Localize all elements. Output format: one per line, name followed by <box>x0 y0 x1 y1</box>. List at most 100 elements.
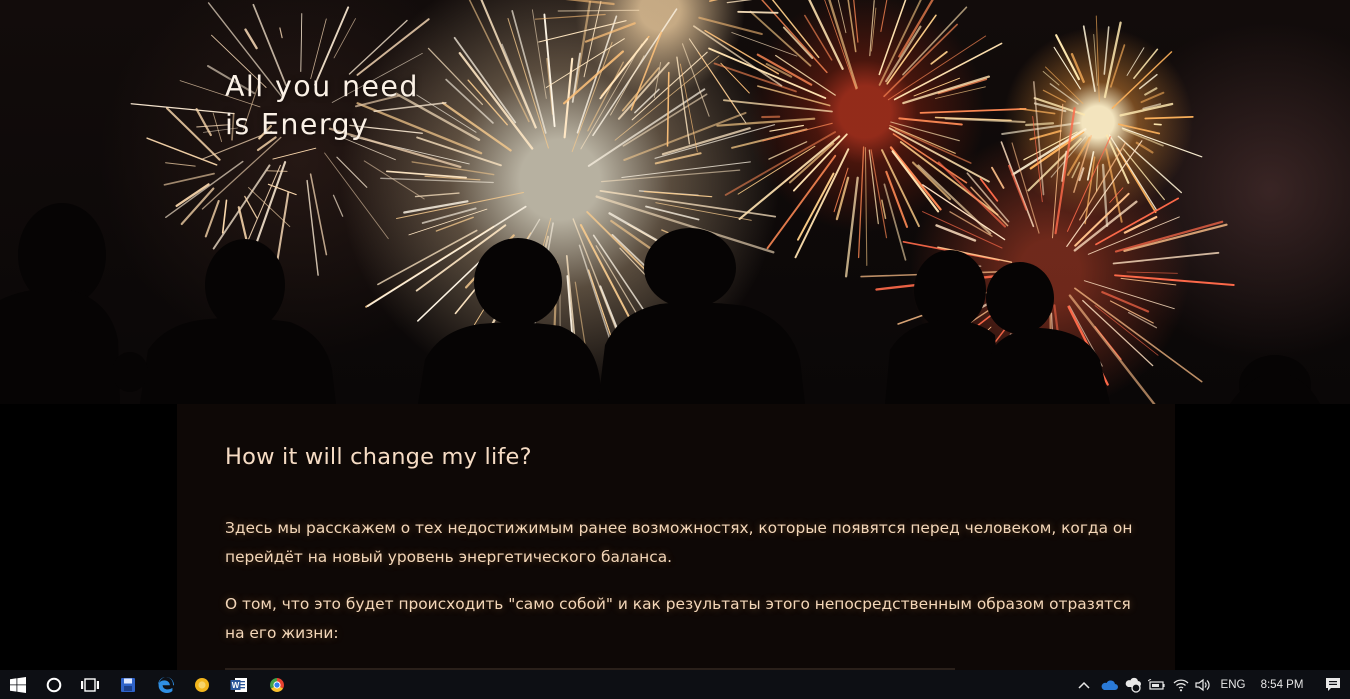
firework-streak <box>244 28 258 50</box>
firework-streak <box>1111 51 1173 109</box>
firework-streak <box>165 107 221 161</box>
firework-streak <box>1094 305 1159 356</box>
sticky-app-icon[interactable] <box>184 670 220 699</box>
firework-streak <box>248 187 291 228</box>
firework-streak <box>416 94 477 133</box>
firework-streak <box>919 108 1027 114</box>
word-icon[interactable]: W <box>221 670 257 699</box>
firework-streak <box>221 199 228 234</box>
firework-streak <box>864 147 868 266</box>
hero-title: All you need is Energy <box>225 70 419 141</box>
firework-streak <box>1053 46 1081 90</box>
firework-streak <box>1133 48 1159 79</box>
content-section: How it will change my life? Здесь мы рас… <box>177 404 1175 670</box>
firework-streak <box>336 156 368 188</box>
firework-streak <box>246 164 281 245</box>
windows-start-icon[interactable] <box>0 670 36 699</box>
firework-streak <box>880 0 888 32</box>
firework-streak <box>266 170 288 172</box>
firework-streak <box>844 176 859 278</box>
firework-streak <box>1119 102 1174 117</box>
firework-streak <box>621 161 751 178</box>
firework-streak <box>453 36 517 124</box>
onedrive-icon[interactable] <box>1097 670 1121 699</box>
firework-streak <box>661 127 751 156</box>
firework-streak <box>414 192 460 198</box>
firework-streak <box>244 195 258 219</box>
firework-streak <box>195 108 212 137</box>
firework-streak <box>716 117 816 127</box>
firework-streak <box>889 125 956 154</box>
firework-streak <box>543 13 556 128</box>
action-center-icon[interactable] <box>1318 670 1348 699</box>
windows-taskbar: W ENG 8:54 PM <box>0 670 1350 699</box>
firework-streak <box>584 22 636 43</box>
network-sync-icon[interactable] <box>1122 670 1144 699</box>
hero-banner: All you need is Energy <box>0 0 1350 404</box>
firework-streak <box>1105 148 1123 223</box>
firework-streak <box>300 13 303 72</box>
firework-streak <box>769 124 804 132</box>
firework-streak <box>212 112 223 143</box>
firework-streak <box>1055 34 1080 81</box>
firework-streak <box>204 199 220 238</box>
firework-streak <box>130 103 235 115</box>
firework-streak <box>175 183 210 207</box>
firework-streak <box>653 62 662 98</box>
firework-streak <box>427 47 484 106</box>
firework-streak <box>1103 26 1110 75</box>
second-paragraph: О том, что это будет происходить "само с… <box>225 595 1131 642</box>
firework-streak <box>165 160 244 219</box>
firework-streak <box>267 183 297 196</box>
firework-streak <box>902 75 991 105</box>
firework-streak <box>1011 128 1087 176</box>
firework-streak <box>545 38 625 88</box>
firework-streak <box>1126 47 1145 76</box>
intro-paragraph: Здесь мы расскажем о тех недостижимым ра… <box>225 519 1133 566</box>
volume-icon[interactable] <box>1192 670 1214 699</box>
firework-streak <box>1082 25 1096 93</box>
battery-icon[interactable] <box>1146 670 1168 699</box>
firework-streak <box>565 0 615 6</box>
firework-streak <box>857 146 865 259</box>
firework-streak <box>1095 164 1099 192</box>
firework-streak <box>768 141 808 160</box>
firework-streak <box>1112 251 1220 265</box>
firework-streak <box>737 10 779 14</box>
svg-text:W: W <box>232 681 240 690</box>
firework-streak <box>930 50 948 65</box>
firework-streak <box>146 137 218 166</box>
chrome-icon[interactable] <box>259 670 295 699</box>
cortana-icon[interactable] <box>36 670 72 699</box>
firework-streak <box>531 9 547 99</box>
firework-streak <box>708 47 827 100</box>
firework-streak <box>1138 73 1158 90</box>
save-app-icon[interactable] <box>110 670 146 699</box>
firework-streak <box>1011 142 1040 234</box>
firework-streak <box>511 10 547 134</box>
firework-streak <box>1103 21 1122 99</box>
edge-icon[interactable] <box>148 670 184 699</box>
firework-streak <box>693 25 783 87</box>
firework-streak <box>1153 123 1162 126</box>
firework-streak <box>272 147 317 160</box>
firework-streak <box>212 164 271 250</box>
firework-streak <box>666 71 670 147</box>
firework-streak <box>1122 128 1164 147</box>
task-view-icon[interactable] <box>72 670 108 699</box>
firework-streak <box>1127 311 1158 329</box>
firework-streak <box>1095 15 1100 103</box>
firework-streak <box>309 173 328 256</box>
firework-streak <box>698 16 763 36</box>
firework-streak <box>643 190 713 198</box>
clock[interactable]: 8:54 PM <box>1254 670 1310 699</box>
fireworks-crowd-image <box>0 0 1320 404</box>
firework-streak <box>868 149 879 225</box>
language-indicator[interactable]: ENG <box>1216 670 1250 699</box>
show-hidden-icons-chevron[interactable] <box>1074 670 1094 699</box>
wifi-icon[interactable] <box>1170 670 1192 699</box>
firework-streak <box>163 172 215 186</box>
firework-streak <box>356 18 430 76</box>
firework-streak <box>1066 136 1091 176</box>
firework-streak <box>1144 87 1158 96</box>
